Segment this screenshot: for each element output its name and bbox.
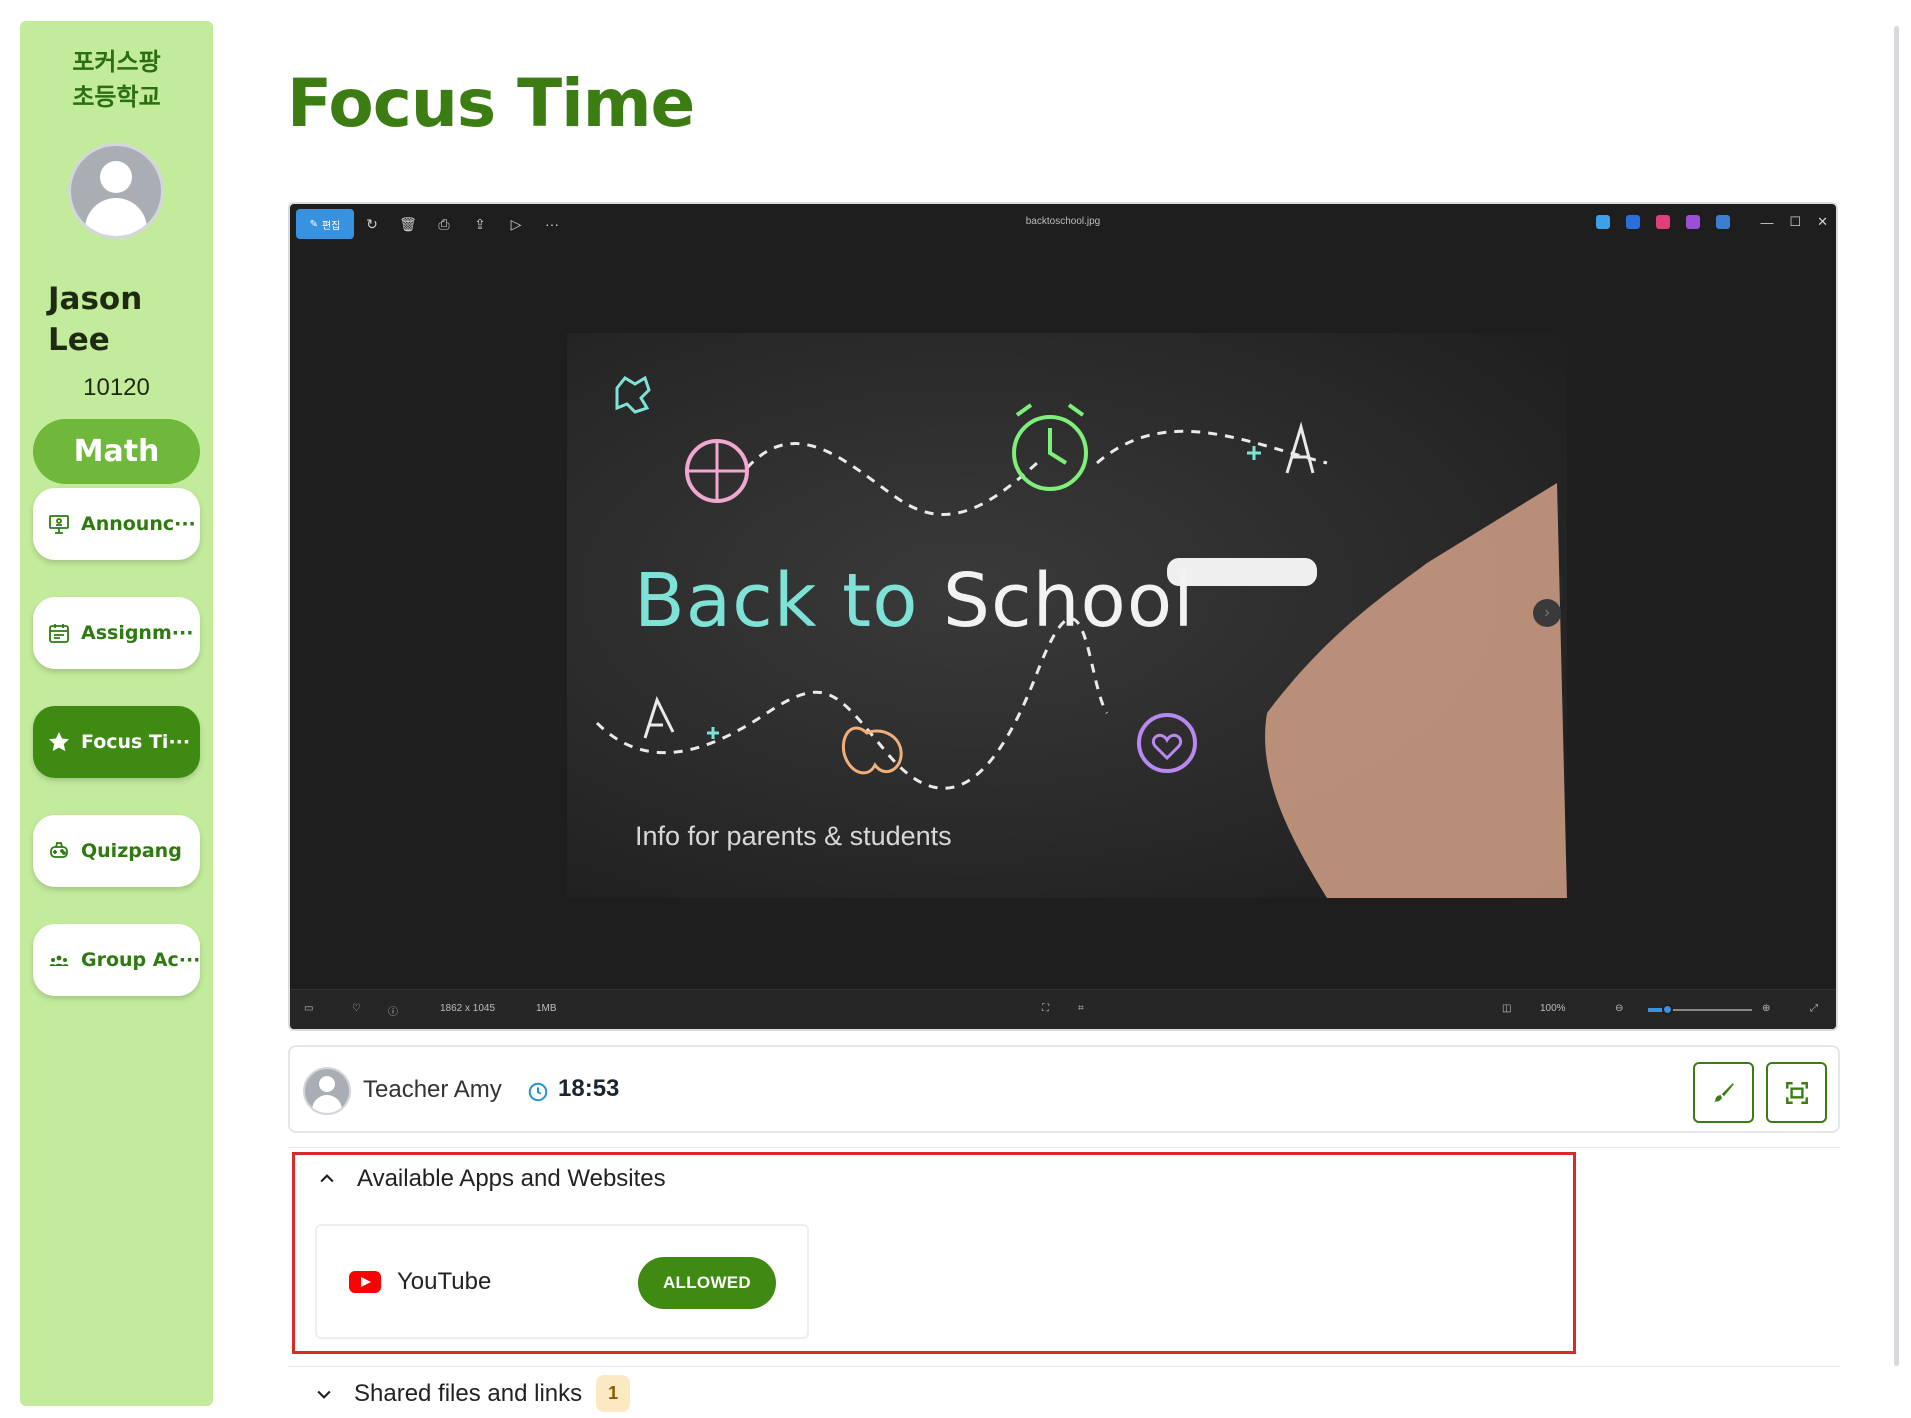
student-avatar <box>68 143 164 239</box>
divider <box>288 1147 1840 1148</box>
teacher-name: Teacher Amy <box>363 1076 502 1103</box>
zoom-out-icon[interactable]: ⊖ <box>1615 1003 1623 1014</box>
window-controls: — ☐ ✕ <box>1596 214 1828 230</box>
info-icon[interactable]: ⓘ <box>388 1003 398 1018</box>
favorite-icon[interactable]: ♡ <box>352 1003 361 1014</box>
teacher-bar: Teacher Amy 18:53 <box>288 1045 1840 1133</box>
youtube-icon <box>349 1271 381 1293</box>
draw-button[interactable] <box>1693 1062 1754 1123</box>
shared-files-count-badge: 1 <box>596 1375 631 1412</box>
fit-icon[interactable]: ⛶ <box>1042 1003 1049 1014</box>
sidebar-item-focus-time[interactable]: Focus Ti··· <box>33 706 200 778</box>
available-apps-title: Available Apps and Websites <box>357 1165 666 1192</box>
student-id: 10120 <box>83 374 150 401</box>
onedrive-icon[interactable] <box>1716 215 1731 229</box>
sidebar-item-announcements[interactable]: Announc··· <box>33 488 200 560</box>
status-badge: ALLOWED <box>638 1257 776 1309</box>
photos-app-icon[interactable] <box>1626 215 1641 229</box>
page-scrollbar[interactable] <box>1894 26 1899 1366</box>
app-name: YouTube <box>397 1268 492 1295</box>
hand-with-chalk <box>1265 483 1567 898</box>
teacher-avatar <box>303 1067 351 1115</box>
expand-icon <box>1785 1081 1808 1104</box>
image-dimensions: 1862 x 1045 <box>440 1003 496 1014</box>
sidebar-item-group-activity[interactable]: Group Ac··· <box>33 924 200 996</box>
chevron-up-icon <box>320 1174 334 1183</box>
shared-screen-viewer: ✎ 편집 ↻ 🗑 ⎙ ⇪ ▷ ··· backtoschool.jpg — ☐ … <box>288 202 1838 1031</box>
viewer-statusbar: ▭ ♡ ⓘ 1862 x 1045 1MB ⛶ ⌗ ◫ 100% ⊖ ⊕ ⤢ <box>290 989 1836 1029</box>
school-name: 포커스팡 초등학교 <box>72 48 161 111</box>
next-image-icon[interactable]: › <box>1533 599 1561 627</box>
image-subtitle: Info for parents & students <box>635 821 952 851</box>
chevron-down-icon <box>317 1390 331 1399</box>
available-apps-section: Available Apps and Websites YouTube ALLO… <box>292 1152 1576 1354</box>
star-icon <box>49 732 69 752</box>
focus-timer: 18:53 <box>558 1075 620 1102</box>
zoom-in-icon[interactable]: ⊕ <box>1762 1003 1770 1014</box>
image-title-part-1: Back to <box>634 558 919 644</box>
gamepad-icon <box>50 842 68 858</box>
brush-icon <box>1713 1082 1734 1102</box>
designer-icon[interactable] <box>1686 215 1701 229</box>
actual-size-icon[interactable]: ◫ <box>1502 1003 1511 1014</box>
shared-files-header[interactable]: Shared files and links 1 <box>314 1375 631 1412</box>
clipchamp-icon[interactable] <box>1656 215 1671 229</box>
subject-pill[interactable]: Math <box>33 419 200 484</box>
zoom-slider-thumb[interactable] <box>1662 1004 1673 1015</box>
sidebar-item-label: Group Ac··· <box>81 949 200 971</box>
fullscreen-button[interactable] <box>1766 1062 1827 1123</box>
clock-icon <box>528 1082 548 1102</box>
back-to-school-image: Back to School Info for parents & studen… <box>567 333 1567 898</box>
heart-badge-doodle <box>1137 713 1197 773</box>
presentation-board-icon <box>49 515 69 534</box>
image-size: 1MB <box>536 1003 557 1014</box>
image-title-part-2: School <box>943 558 1195 644</box>
zoom-level[interactable]: 100% <box>1540 1003 1566 1014</box>
group-icon <box>49 955 69 966</box>
crop-icon[interactable]: ⌗ <box>1078 1003 1084 1014</box>
sidebar: 포커스팡 초등학교 Jason Lee 10120 Math Announc··… <box>20 21 213 1406</box>
maximize-icon[interactable]: ☐ <box>1789 214 1801 230</box>
copilot-icon[interactable] <box>1596 215 1611 229</box>
app-card-youtube: YouTube ALLOWED <box>315 1224 809 1339</box>
page-title: Focus Time <box>287 65 695 142</box>
fullscreen-icon[interactable]: ⤢ <box>1810 1003 1818 1014</box>
divider <box>288 1366 1840 1367</box>
student-name: Jason Lee <box>48 281 143 358</box>
available-apps-header[interactable]: Available Apps and Websites <box>317 1165 666 1193</box>
minimize-icon[interactable]: — <box>1760 215 1773 230</box>
sidebar-item-quizpang[interactable]: Quizpang <box>33 815 200 887</box>
shared-files-title: Shared files and links <box>354 1379 583 1407</box>
sidebar-item-label: Quizpang <box>81 840 182 862</box>
sidebar-item-assignments[interactable]: Assignm··· <box>33 597 200 669</box>
calendar-icon <box>49 624 69 643</box>
sidebar-item-label: Assignm··· <box>81 622 194 644</box>
image-title: Back to School <box>634 558 1195 644</box>
sidebar-item-label: Announc··· <box>81 513 196 535</box>
close-icon[interactable]: ✕ <box>1817 214 1828 230</box>
sidebar-item-label: Focus Ti··· <box>81 731 191 753</box>
filmstrip-icon[interactable]: ▭ <box>304 1003 313 1014</box>
